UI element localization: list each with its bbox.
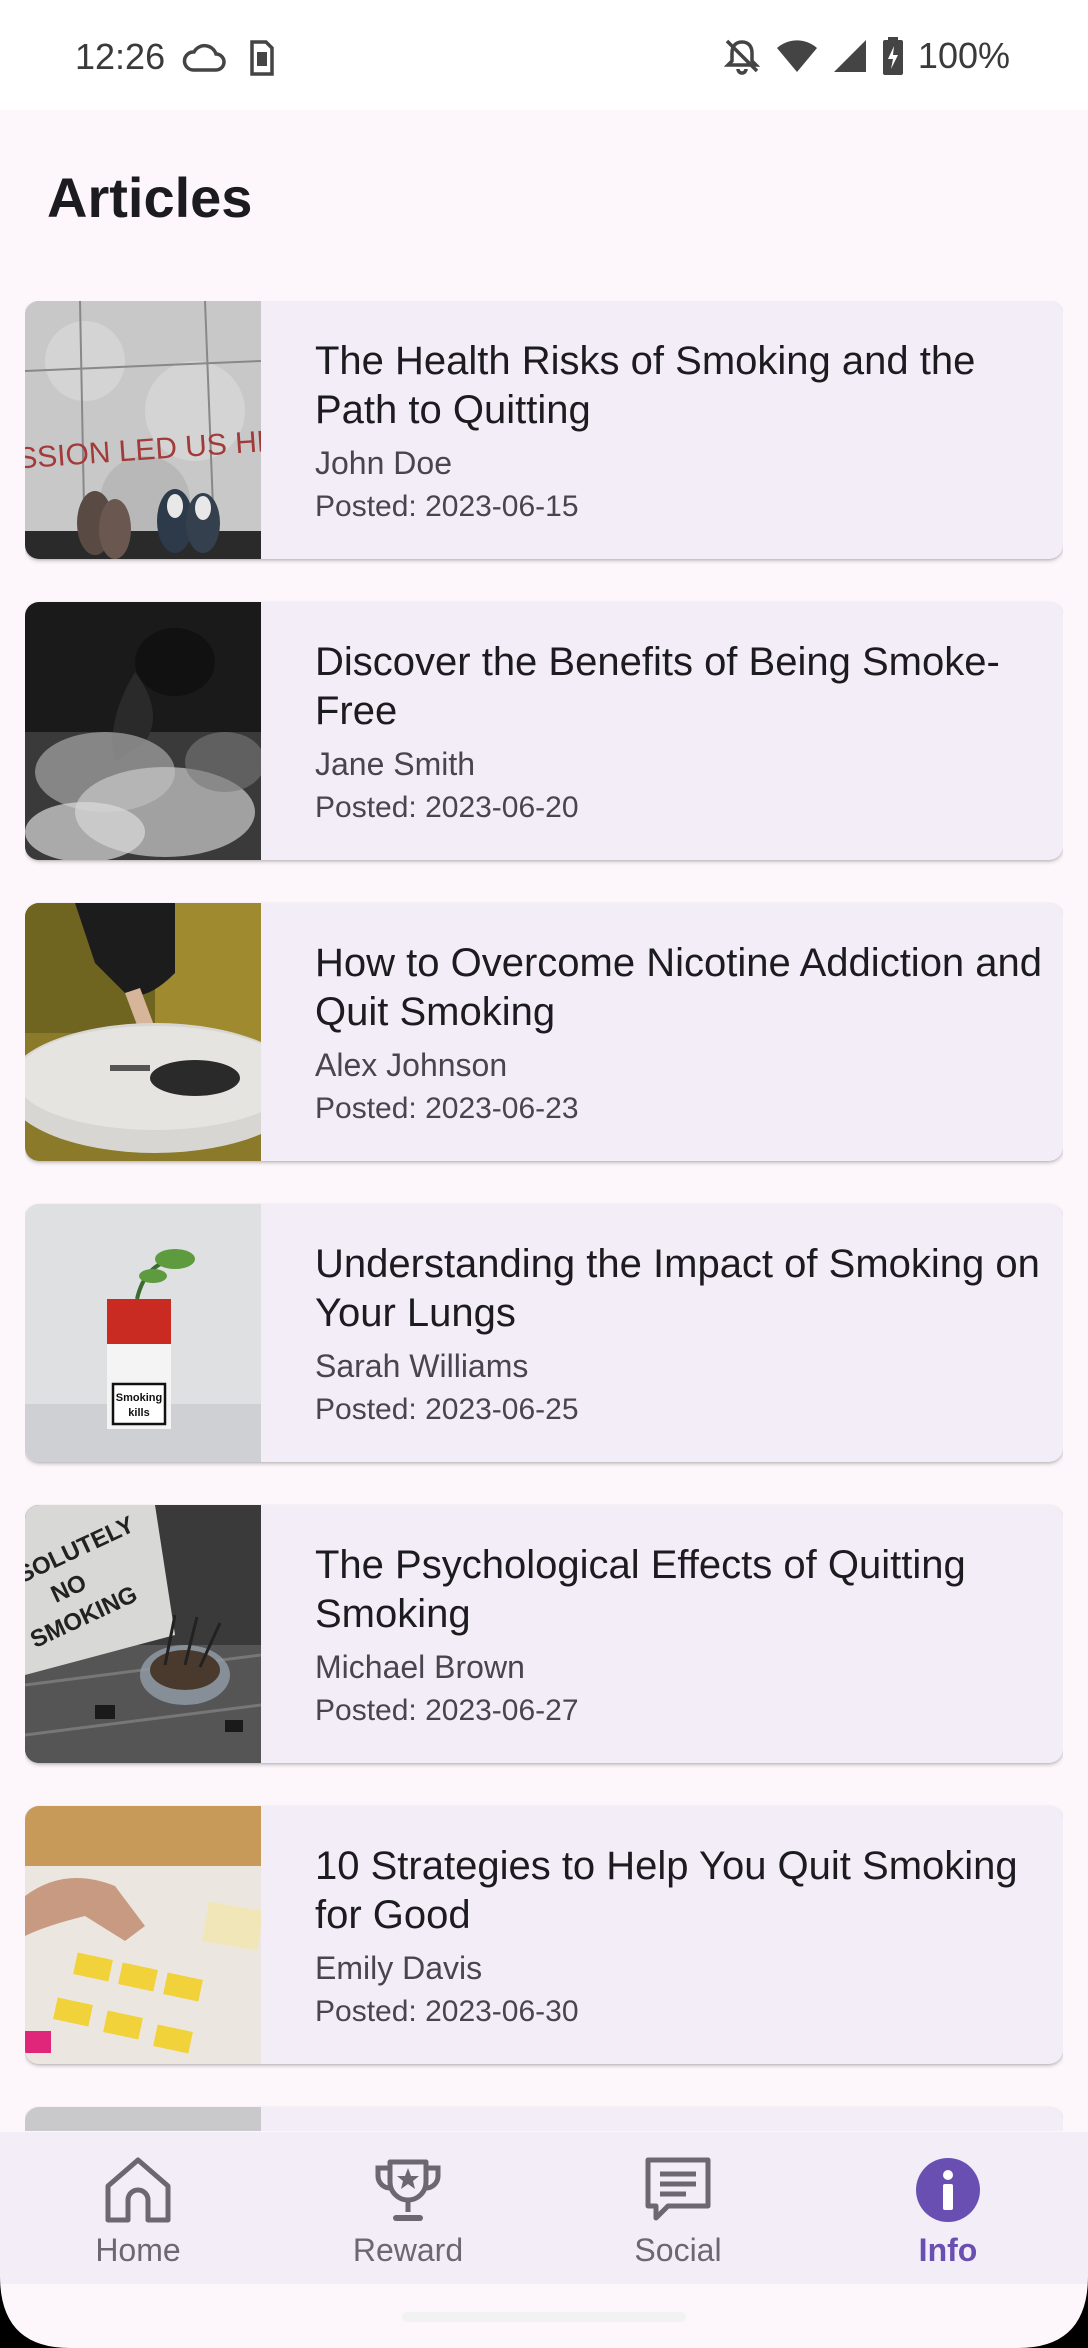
article-date: Posted: 2023-06-30	[315, 1995, 579, 2028]
article-card[interactable]: SSION LED US HE The Health Risks of Smok…	[25, 301, 1063, 559]
wifi-icon	[776, 40, 817, 72]
status-time: 12:26	[75, 36, 166, 77]
article-author: Michael Brown	[315, 1649, 525, 1685]
mute-icon	[723, 39, 761, 75]
app-screen: 12:26 100% Articles SSION LED US HE The …	[0, 0, 1088, 2348]
cloud-icon	[182, 43, 226, 72]
nav-item-info[interactable]: Info	[848, 2150, 1048, 2280]
article-text: How to Overcome Nicotine Addiction and Q…	[315, 939, 1045, 1131]
ashtray-hand-photo	[25, 903, 261, 1161]
article-card[interactable]: Smoking kills Understanding the Impact o…	[25, 1204, 1063, 1462]
article-thumbnail: Smoking kills	[25, 1204, 261, 1462]
nav-item-reward[interactable]: Reward	[308, 2150, 508, 2280]
article-date: Posted: 2023-06-23	[315, 1092, 579, 1125]
status-bar: 12:26 100%	[0, 0, 1088, 110]
battery-percent: 100%	[917, 35, 1010, 76]
article-card[interactable]: Discover the Benefits of Being Smoke-Fre…	[25, 602, 1063, 860]
svg-text:Smoking: Smoking	[116, 1392, 162, 1404]
gesture-bar	[0, 2282, 1088, 2348]
article-card[interactable]	[25, 2107, 1063, 2131]
article-author: Sarah Williams	[315, 1348, 529, 1384]
article-text: Discover the Benefits of Being Smoke-Fre…	[315, 638, 1045, 830]
article-thumbnail: SOLUTELY NO SMOKING	[25, 1505, 261, 1763]
svg-text:kills: kills	[128, 1407, 149, 1419]
article-date: Posted: 2023-06-20	[315, 791, 579, 824]
chat-icon	[645, 2157, 711, 2221]
article-date: Posted: 2023-06-25	[315, 1393, 579, 1426]
street-shoes-photo: SSION LED US HE	[25, 301, 261, 559]
article-text: The Psychological Effects of Quitting Sm…	[315, 1541, 1045, 1733]
article-list[interactable]: SSION LED US HE The Health Risks of Smok…	[25, 301, 1063, 2131]
article-author: Alex Johnson	[315, 1047, 508, 1083]
article-author: John Doe	[315, 445, 452, 481]
article-thumbnail: SSION LED US HE	[25, 301, 261, 559]
nav-label-social: Social	[634, 2232, 722, 2268]
article-title: Discover the Benefits of Being Smoke-Fre…	[315, 640, 1000, 733]
sim-icon	[250, 40, 274, 76]
article-thumbnail	[25, 903, 261, 1161]
smoke-portrait-photo	[25, 602, 261, 860]
no-smoking-sign-photo: SOLUTELY NO SMOKING	[25, 1505, 261, 1763]
bottom-navigation: Home Reward Social Info	[0, 2132, 1088, 2284]
article-text: The Health Risks of Smoking and the Path…	[315, 337, 1045, 529]
home-gesture-handle[interactable]	[402, 2312, 686, 2322]
article-title: Understanding the Impact of Smoking on Y…	[315, 1242, 1040, 1335]
article-card[interactable]: How to Overcome Nicotine Addiction and Q…	[25, 903, 1063, 1161]
article-title: The Health Risks of Smoking and the Path…	[315, 339, 976, 432]
article-card[interactable]: 10 Strategies to Help You Quit Smoking f…	[25, 1806, 1063, 2064]
info-icon	[916, 2158, 980, 2222]
home-icon	[105, 2157, 171, 2223]
sticky-notes-photo	[25, 1806, 261, 2064]
signal-icon	[833, 40, 866, 72]
article-author: Jane Smith	[315, 746, 476, 782]
nav-item-social[interactable]: Social	[578, 2150, 778, 2280]
status-right-icons: 100%	[722, 34, 1010, 78]
battery-icon	[882, 37, 903, 75]
article-thumbnail	[25, 602, 261, 860]
nav-label-reward: Reward	[352, 2232, 464, 2268]
article-author: Emily Davis	[315, 1950, 483, 1986]
article-date: Posted: 2023-06-27	[315, 1694, 579, 1727]
article-thumbnail	[25, 1806, 261, 2064]
status-left-icons	[182, 38, 276, 78]
article-title: How to Overcome Nicotine Addiction and Q…	[315, 941, 1043, 1034]
article-title: 10 Strategies to Help You Quit Smoking f…	[315, 1844, 1018, 1937]
page-title: Articles	[47, 166, 253, 229]
article-title: The Psychological Effects of Quitting Sm…	[315, 1543, 966, 1636]
nav-label-info: Info	[918, 2232, 978, 2268]
nav-label-home: Home	[95, 2232, 181, 2268]
article-text: Understanding the Impact of Smoking on Y…	[315, 1240, 1045, 1432]
article-thumbnail	[25, 2107, 261, 2131]
nav-item-home[interactable]: Home	[38, 2150, 238, 2280]
article-date: Posted: 2023-06-15	[315, 490, 579, 523]
article-text: 10 Strategies to Help You Quit Smoking f…	[315, 1842, 1045, 2034]
trophy-icon	[375, 2159, 441, 2221]
cigarette-pack-plant-photo: Smoking kills	[25, 1204, 261, 1462]
partial-thumbnail	[25, 2107, 261, 2131]
article-card[interactable]: SOLUTELY NO SMOKING The Psychological Ef…	[25, 1505, 1063, 1763]
